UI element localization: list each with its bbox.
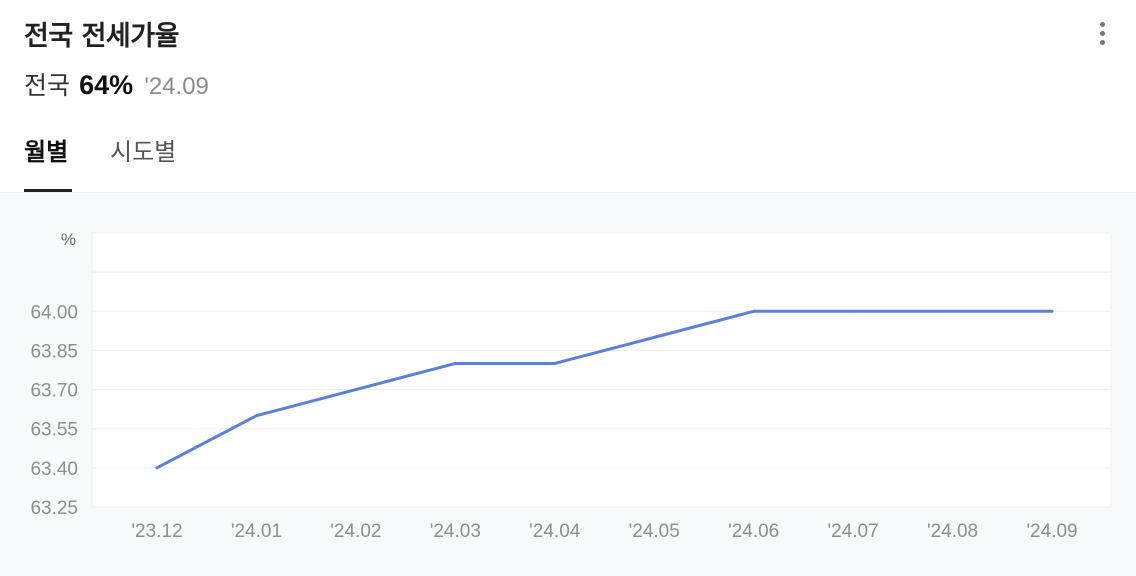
y-axis-unit: % bbox=[61, 230, 76, 249]
y-tick-label: 63.25 bbox=[30, 498, 78, 519]
x-tick-label: '24.05 bbox=[629, 521, 680, 542]
x-tick-label: '24.04 bbox=[529, 521, 581, 542]
data-point bbox=[851, 309, 855, 313]
more-dot bbox=[1099, 22, 1105, 27]
more-options-icon[interactable] bbox=[1092, 22, 1112, 48]
card-title: 전국 전세가율 bbox=[24, 21, 179, 52]
data-point bbox=[1050, 309, 1054, 313]
data-point bbox=[453, 361, 457, 365]
x-tick-label: '24.06 bbox=[728, 521, 779, 542]
plot-background bbox=[91, 232, 1112, 508]
summary-value: 64% bbox=[79, 70, 134, 100]
y-tick-label: 63.55 bbox=[30, 420, 78, 441]
x-tick-label: '24.09 bbox=[1026, 521, 1077, 542]
data-point bbox=[752, 309, 756, 313]
summary-line: 전국 64% '24.09 bbox=[24, 66, 209, 102]
summary-region: 전국 bbox=[24, 71, 71, 100]
data-point bbox=[354, 388, 358, 392]
tab-by-region[interactable]: 시도별 bbox=[110, 132, 176, 167]
x-tick-label: '24.08 bbox=[927, 521, 978, 542]
chart-area: 64.00 63.85 63.70 63.55 63.40 63.25% '23.12 '24… bbox=[0, 192, 1136, 576]
y-tick-label: 63.85 bbox=[30, 341, 78, 362]
data-point bbox=[155, 466, 159, 470]
y-tick-label: 63.40 bbox=[30, 459, 78, 480]
y-tick-label: 63.70 bbox=[30, 381, 78, 402]
data-point bbox=[951, 309, 955, 313]
chart-card: 전국 전세가율 전국 64% '24.09 월별 시도별 64.00 63.85 6… bbox=[0, 0, 1136, 576]
data-point bbox=[553, 361, 557, 365]
x-tick-label: '24.03 bbox=[430, 521, 481, 542]
data-point bbox=[652, 335, 656, 339]
more-dot bbox=[1099, 40, 1105, 45]
more-dot bbox=[1099, 31, 1105, 36]
x-tick-label: '24.02 bbox=[330, 521, 381, 542]
x-tick-label: '24.01 bbox=[231, 521, 282, 542]
y-tick-label: 64.00 bbox=[30, 302, 78, 323]
line-chart: 64.00 63.85 63.70 63.55 63.40 63.25% '23.12 '24… bbox=[30, 230, 1112, 542]
data-point bbox=[254, 414, 258, 418]
x-tick-label: '24.07 bbox=[828, 521, 879, 542]
tab-monthly[interactable]: 월별 bbox=[24, 132, 68, 167]
x-tick-label: '23.12 bbox=[131, 521, 182, 542]
summary-date: '24.09 bbox=[144, 73, 209, 100]
